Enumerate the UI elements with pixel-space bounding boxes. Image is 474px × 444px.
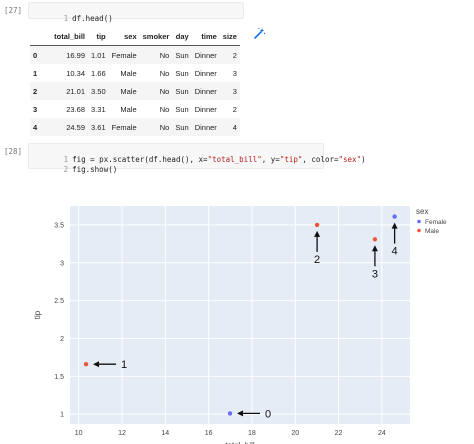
table-cell: 1.01: [91, 50, 106, 60]
x-tick-label: 10: [75, 430, 83, 437]
x-tick-label: 12: [118, 430, 126, 437]
y-tick-label: 2.5: [54, 298, 64, 305]
data-point-male: [83, 362, 89, 367]
table-cell: 10.34: [66, 68, 86, 78]
table-cell: 23.68: [66, 104, 86, 114]
x-tick-label: 22: [335, 430, 343, 437]
table-cell: Dinner: [194, 68, 217, 78]
table-cell: 3.31: [91, 104, 106, 114]
x-tick-label: 20: [291, 430, 299, 437]
table-cell: No: [159, 122, 170, 132]
table-cell: Sun: [175, 86, 189, 96]
code-editor[interactable]: 1 df.head(): [28, 2, 244, 23]
column-header: total_bill: [51, 27, 89, 46]
annotation-label: 0: [265, 408, 271, 420]
x-tick-label: 16: [205, 430, 213, 437]
table-cell: Dinner: [194, 50, 217, 60]
x-tick-label: 14: [161, 430, 169, 437]
table-cell: 16.99: [66, 50, 86, 60]
column-header: time: [191, 27, 220, 46]
annotation-label: 4: [392, 246, 398, 258]
y-tick-label: 3.5: [54, 222, 64, 229]
table-cell: 3.61: [91, 122, 106, 132]
column-header: sex: [108, 27, 140, 46]
table-row: 4 24.59 3.61 Female No Sun Dinner 4: [30, 118, 240, 136]
table-cell: No: [159, 104, 170, 114]
annotation-label: 1: [121, 359, 127, 371]
column-header: smoker: [139, 27, 173, 46]
y-tick-label: 3: [60, 260, 64, 267]
data-point-male: [314, 222, 320, 228]
table-cell: Dinner: [194, 104, 217, 114]
table-cell: Male: [120, 104, 137, 114]
table-row: 0 16.99 1.01 Female No Sun Dinner 2: [30, 45, 240, 64]
table-cell: No: [159, 68, 170, 78]
table-cell: 4: [232, 122, 237, 132]
row-index: 1: [33, 68, 38, 78]
table-cell: Sun: [175, 122, 189, 132]
data-point-female: [392, 214, 397, 219]
table-cell: 3: [232, 86, 237, 96]
code-editor[interactable]: 1 fig = px.scatter(df.head(), x="total_bi…: [28, 143, 366, 174]
table-cell: No: [159, 50, 170, 60]
table-row: 3 23.68 3.31 Male No Sun Dinner 2: [30, 100, 240, 118]
y-axis-title: tip: [33, 310, 42, 319]
annotation-label: 2: [314, 254, 320, 266]
column-header: day: [172, 27, 192, 46]
y-tick-label: 1.5: [54, 374, 64, 381]
table-cell: 2: [232, 50, 237, 60]
table-cell: No: [159, 86, 170, 96]
line-number: 1: [63, 14, 69, 23]
column-header: tip: [88, 27, 109, 46]
x-tick-label: 24: [378, 430, 386, 437]
table-cell: Male: [120, 86, 137, 96]
cell-prompt: [28]: [4, 147, 23, 156]
table-cell: 24.59: [66, 122, 86, 132]
cell-prompt: [27]: [4, 6, 23, 15]
magic-wand-icon[interactable]: [252, 27, 266, 41]
plot-area: [70, 206, 410, 424]
x-tick-label: 18: [248, 430, 256, 437]
y-tick-label: 2: [60, 336, 64, 343]
table-cell: 3: [232, 68, 237, 78]
table-cell: Sun: [175, 68, 189, 78]
table-cell: Dinner: [194, 86, 217, 96]
table-cell: 2: [232, 104, 237, 114]
table-cell: 1.66: [91, 68, 106, 78]
row-index: 0: [33, 50, 38, 60]
legend-title: sex: [416, 207, 428, 216]
row-index: 3: [33, 104, 38, 114]
legend-item: Male: [425, 228, 439, 235]
data-point-female: [227, 411, 233, 416]
table-cell: Male: [120, 68, 137, 78]
table-row: 2 21.01 3.50 Male No Sun Dinner 3: [30, 82, 240, 100]
code-line: 2 fig.show(): [63, 165, 118, 174]
annotation-label: 3: [372, 268, 378, 280]
column-header: [30, 27, 52, 46]
scatter-plot[interactable]: 101214161820222411.522.533.5total_billti…: [0, 190, 474, 444]
column-header: size: [219, 27, 240, 46]
legend-marker: [417, 228, 421, 233]
table-cell: Sun: [175, 104, 189, 114]
data-point-male: [372, 237, 378, 242]
table-cell: Female: [111, 122, 137, 132]
legend-item: Female: [425, 219, 447, 226]
row-index: 4: [33, 122, 38, 132]
dataframe-table: total_bill tip sex smoker day time size 0 16.99…: [30, 27, 240, 136]
table-cell: 3.50: [91, 86, 106, 96]
y-tick-label: 1: [60, 412, 64, 419]
table-cell: 21.01: [66, 86, 86, 96]
code-text: df.head(): [72, 14, 113, 23]
legend-marker: [417, 219, 421, 224]
table-cell: Female: [111, 50, 137, 60]
table-cell: Sun: [175, 50, 189, 60]
table-row: 1 10.34 1.66 Male No Sun Dinner 3: [30, 64, 240, 82]
table-cell: Dinner: [194, 122, 217, 132]
row-index: 2: [33, 86, 38, 96]
